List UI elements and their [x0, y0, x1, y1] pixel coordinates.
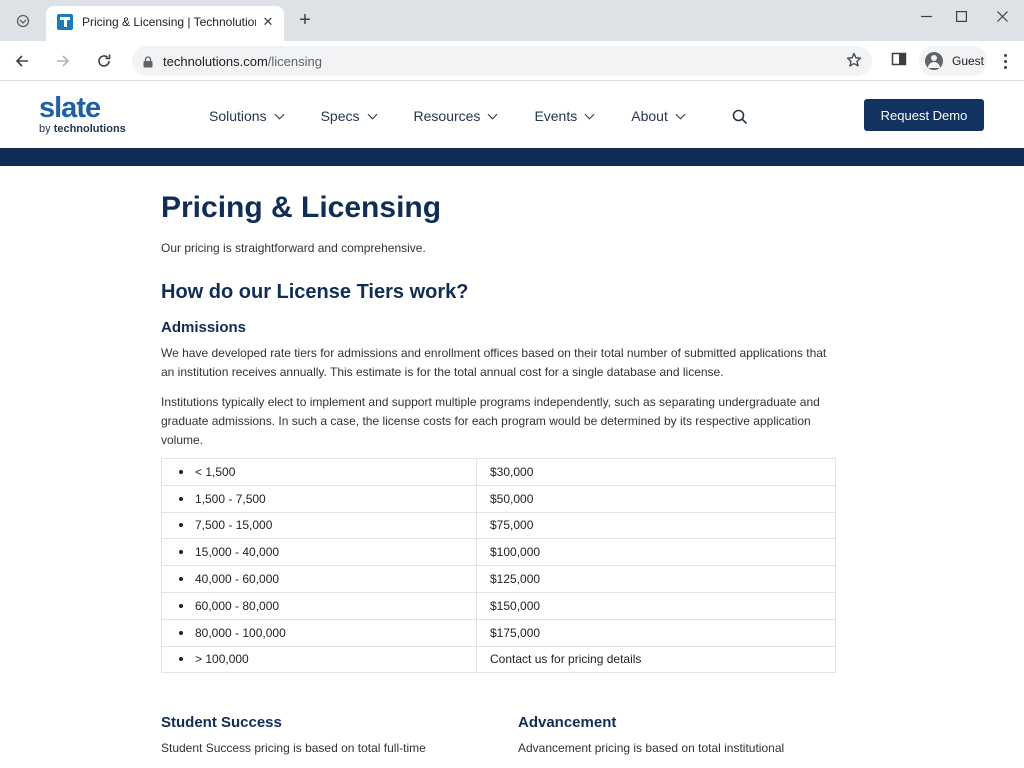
request-demo-button[interactable]: Request Demo: [864, 99, 984, 131]
url-host: technolutions.com: [163, 54, 268, 69]
admissions-paragraph-1: We have developed rate tiers for admissi…: [161, 346, 827, 379]
tier-range: 1,500 - 7,500: [161, 484, 477, 513]
back-icon[interactable]: [10, 49, 34, 73]
minimize-icon[interactable]: [912, 6, 940, 26]
range-text: < 1,500: [195, 464, 236, 479]
range-text: 1,500 - 7,500: [195, 491, 266, 506]
table-row: < 1,500 $30,000: [161, 458, 836, 486]
advancement-section: Advancement Advancement pricing is based…: [518, 714, 838, 757]
nav-events[interactable]: Events: [534, 108, 595, 124]
chevron-down-icon: [584, 109, 595, 119]
nav-label: Resources: [413, 108, 481, 124]
tab-title: Pricing & Licensing | Technolutions: [82, 15, 256, 29]
favicon: [57, 14, 73, 30]
chevron-down-icon: [675, 109, 686, 119]
avatar: [925, 52, 943, 70]
tier-price: $100,000: [476, 538, 836, 567]
logo-by: by: [39, 123, 54, 135]
main-content: Pricing & Licensing Our pricing is strai…: [161, 190, 841, 450]
range-text: 40,000 - 60,000: [195, 572, 280, 587]
kebab-menu-icon[interactable]: [996, 50, 1014, 72]
profile-name: Guest: [952, 54, 985, 68]
browser-tab-strip: Pricing & Licensing | Technolutions ✕ +: [0, 0, 1024, 41]
profile-button[interactable]: Guest: [919, 46, 987, 76]
intro-text: Our pricing is straightforward and compr…: [161, 241, 426, 255]
close-icon[interactable]: ✕: [260, 14, 276, 30]
range-text: 15,000 - 40,000: [195, 545, 280, 560]
tier-price: $150,000: [476, 591, 836, 620]
range-text: > 100,000: [195, 652, 249, 667]
nav-label: Events: [534, 108, 578, 124]
chevron-down-icon: [487, 109, 498, 119]
plus-icon[interactable]: +: [294, 9, 316, 31]
admissions-heading: Admissions: [161, 319, 247, 336]
logo-wordmark: slate: [39, 92, 101, 124]
url-text: technolutions.com/licensing: [163, 54, 322, 69]
url-path: /licensing: [267, 54, 322, 69]
student-success-heading: Student Success: [161, 714, 282, 731]
range-text: 60,000 - 80,000: [195, 598, 280, 613]
reload-icon[interactable]: [92, 49, 116, 73]
tier-range: < 1,500: [161, 458, 477, 486]
table-row: 15,000 - 40,000 $100,000: [161, 538, 836, 567]
admissions-paragraph-2: Institutions typically elect to implemen…: [161, 395, 820, 447]
pricing-table: < 1,500 $30,000 1,500 - 7,500 $50,000 7,50…: [161, 458, 836, 674]
logo-company: technolutions: [53, 123, 126, 135]
browser-toolbar: technolutions.com/licensing Guest: [0, 41, 1024, 81]
tier-price: $75,000: [476, 511, 836, 540]
tier-price: $175,000: [476, 618, 836, 647]
table-row: 60,000 - 80,000 $150,000: [161, 591, 836, 620]
table-row: 7,500 - 15,000 $75,000: [161, 511, 836, 540]
nav-label: About: [631, 108, 668, 124]
table-row: 40,000 - 60,000 $125,000: [161, 565, 836, 593]
side-panel-icon[interactable]: [890, 50, 908, 73]
site-header: slate by technolutions Solutions Specs R…: [0, 82, 1024, 148]
tier-range: 7,500 - 15,000: [161, 511, 477, 540]
tier-price: $125,000: [476, 565, 836, 593]
tier-range: > 100,000: [161, 645, 477, 674]
student-success-text: Student Success pricing is based on tota…: [161, 741, 426, 755]
advancement-text: Advancement pricing is based on total in…: [518, 741, 785, 755]
nav-label: Solutions: [209, 108, 267, 124]
nav-solutions[interactable]: Solutions: [209, 108, 285, 124]
search-icon[interactable]: [732, 109, 748, 130]
tab-search-icon[interactable]: [12, 10, 34, 32]
range-text: 80,000 - 100,000: [195, 625, 286, 640]
site-logo[interactable]: slate by technolutions: [39, 92, 126, 136]
chevron-down-icon: [367, 109, 377, 119]
nav-specs[interactable]: Specs: [320, 108, 377, 124]
address-bar[interactable]: technolutions.com/licensing: [132, 46, 872, 76]
tiers-heading: How do our License Tiers work?: [161, 281, 469, 303]
tier-range: 15,000 - 40,000: [161, 538, 477, 567]
nav-resources[interactable]: Resources: [413, 108, 498, 124]
tier-price: $30,000: [476, 458, 836, 486]
advancement-heading: Advancement: [518, 714, 617, 731]
table-row: > 100,000 Contact us for pricing details: [161, 645, 836, 674]
tier-price: $50,000: [476, 484, 836, 513]
browser-tab-active[interactable]: Pricing & Licensing | Technolutions ✕: [46, 6, 284, 41]
table-row: 80,000 - 100,000 $175,000: [161, 618, 836, 647]
tier-price: Contact us for pricing details: [476, 645, 836, 674]
chevron-down-icon: [274, 109, 285, 119]
maximize-icon[interactable]: [947, 6, 975, 26]
main-nav: Solutions Specs Resources Events About: [209, 108, 722, 124]
nav-about[interactable]: About: [631, 108, 686, 124]
forward-icon[interactable]: [51, 49, 75, 73]
range-text: 7,500 - 15,000: [195, 518, 273, 533]
tier-range: 60,000 - 80,000: [161, 591, 477, 620]
page-title: Pricing & Licensing: [161, 191, 442, 224]
header-accent-bar: [0, 148, 1024, 166]
nav-label: Specs: [320, 108, 360, 124]
table-row: 1,500 - 7,500 $50,000: [161, 484, 836, 513]
lock-icon[interactable]: [143, 55, 153, 73]
star-icon[interactable]: [846, 52, 862, 73]
close-window-icon[interactable]: [988, 6, 1016, 26]
student-success-section: Student Success Student Success pricing …: [161, 714, 481, 757]
tier-range: 80,000 - 100,000: [161, 618, 477, 647]
logo-tagline: by technolutions: [39, 123, 126, 135]
tier-range: 40,000 - 60,000: [161, 565, 477, 593]
